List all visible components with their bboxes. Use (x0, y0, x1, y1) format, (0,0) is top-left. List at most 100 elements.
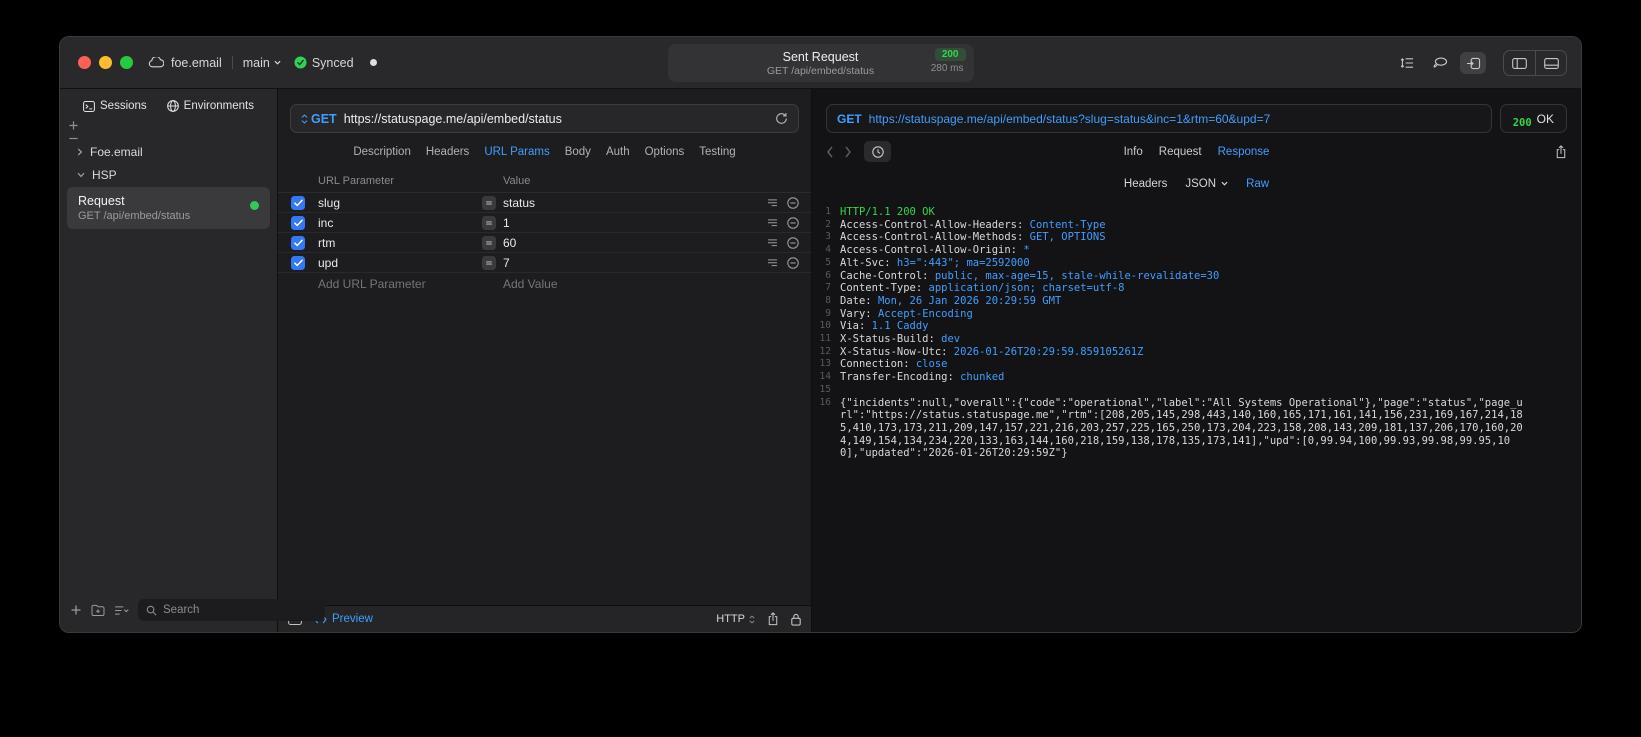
remove-item-button[interactable] (68, 136, 79, 141)
add-param-placeholder[interactable]: Add URL Parameter (318, 277, 482, 291)
request-duration: 280 ms (930, 63, 964, 74)
url-field[interactable]: GET https://statuspage.me/api/embed/stat… (290, 104, 799, 133)
toggle-left-panel-button[interactable] (1504, 51, 1535, 75)
equals-icon (482, 235, 496, 250)
response-header: GET https://statuspage.me/api/embed/stat… (812, 89, 1581, 133)
history-button[interactable] (864, 141, 891, 162)
line-text: Access-Control-Allow-Headers: Content-Ty… (840, 218, 1106, 231)
method-selector[interactable]: GET (301, 112, 337, 126)
export-response-button[interactable] (1555, 144, 1567, 159)
line-number: 4 (825, 244, 831, 256)
param-checkbox[interactable] (291, 235, 305, 250)
new-request-button[interactable] (70, 604, 82, 616)
share-icon (1555, 144, 1567, 159)
param-value[interactable]: 7 (503, 256, 510, 270)
view-tab-headers[interactable]: Headers (1124, 178, 1167, 190)
minimize-window-button[interactable] (99, 56, 112, 69)
param-value[interactable]: 60 (503, 236, 516, 250)
terminal-icon (83, 100, 95, 112)
request-item-title: Request (78, 194, 125, 208)
remove-param-button[interactable] (787, 256, 799, 269)
new-group-button[interactable] (91, 604, 105, 616)
param-name[interactable]: upd (318, 256, 482, 270)
lasso-button[interactable] (1427, 52, 1453, 74)
share-button[interactable] (767, 612, 779, 626)
line-text: Transfer-Encoding: chunked (840, 371, 1005, 384)
view-options-icon (114, 605, 129, 616)
remove-param-button[interactable] (787, 196, 799, 209)
param-value[interactable]: status (503, 196, 535, 210)
tree-item-hsp[interactable]: HSP (60, 163, 277, 186)
editor-tab-testing[interactable]: Testing (699, 146, 735, 158)
remove-param-button[interactable] (787, 236, 799, 249)
reorder-lines-icon[interactable] (767, 258, 778, 267)
response-panel: GET https://statuspage.me/api/embed/stat… (812, 89, 1581, 632)
equals-icon (482, 255, 496, 270)
param-value[interactable]: 1 (503, 216, 510, 230)
view-options-button[interactable] (114, 605, 129, 616)
code-line: 3 Access-Control-Allow-Methods: GET, OPTI… (812, 231, 1581, 244)
editor-tab-headers[interactable]: Headers (426, 146, 469, 158)
url-bar: GET https://statuspage.me/api/embed/stat… (278, 89, 811, 133)
close-window-button[interactable] (78, 56, 91, 69)
zoom-window-button[interactable] (120, 56, 133, 69)
param-name[interactable]: rtm (318, 236, 482, 250)
editor-tab-url-params[interactable]: URL Params (484, 146, 549, 158)
param-row: upd 7 (278, 253, 811, 273)
reorder-lines-icon[interactable] (767, 218, 778, 227)
add-param-row[interactable]: Add URL Parameter Add Value (278, 273, 811, 294)
request-url[interactable]: https://statuspage.me/api/embed/status (344, 112, 768, 126)
view-tab-json[interactable]: JSON (1185, 178, 1228, 190)
param-name[interactable]: inc (318, 216, 482, 230)
response-tab-info[interactable]: Info (1124, 146, 1143, 158)
history-nav (826, 146, 852, 158)
import-window-button[interactable] (1460, 52, 1486, 74)
reorder-lines-icon[interactable] (767, 198, 778, 207)
param-checkbox[interactable] (291, 215, 305, 230)
editor-tab-options[interactable]: Options (645, 146, 685, 158)
lock-button[interactable] (791, 613, 801, 626)
protocol-selector[interactable]: HTTP (716, 613, 755, 625)
view-tab-raw[interactable]: Raw (1246, 178, 1269, 190)
compare-button[interactable] (1394, 52, 1420, 74)
resend-button[interactable] (775, 112, 788, 125)
branch-selector[interactable]: main (243, 56, 281, 70)
code-line: 1 HTTP/1.1 200 OK (812, 206, 1581, 219)
response-tabs: Info Request Response (1124, 146, 1270, 158)
remove-param-button[interactable] (787, 216, 799, 229)
sidebar-search[interactable] (138, 599, 325, 621)
panel-left-icon (1512, 57, 1527, 69)
add-value-placeholder[interactable]: Add Value (482, 277, 811, 291)
preview-label: Preview (332, 613, 373, 625)
code-line: 13 Connection: close (812, 358, 1581, 371)
code-line: 16 {"incidents":null,"overall":{"code":"o… (812, 397, 1581, 461)
reorder-lines-icon[interactable] (767, 238, 778, 247)
unsaved-status-dot (369, 59, 377, 66)
response-tab-response[interactable]: Response (1218, 146, 1270, 158)
sync-status-label: Synced (311, 55, 354, 70)
lasso-icon (1432, 57, 1448, 70)
param-name[interactable]: slug (318, 196, 482, 210)
editor-tab-body[interactable]: Body (565, 146, 591, 158)
request-list-item[interactable]: Request GET /api/embed/status (67, 187, 270, 229)
tree-item-label: HSP (92, 167, 117, 182)
sent-request-title: Sent Request (782, 49, 859, 64)
search-input[interactable] (163, 604, 317, 616)
toggle-bottom-panel-button[interactable] (1535, 51, 1566, 75)
forward-button[interactable] (844, 146, 852, 158)
response-code[interactable]: 1 HTTP/1.1 200 OK 2 Access-Control-Allow-He… (812, 197, 1581, 632)
response-tab-request[interactable]: Request (1159, 146, 1202, 158)
editor-tab-auth[interactable]: Auth (606, 146, 630, 158)
editor-tab-description[interactable]: Description (353, 146, 411, 158)
response-request-line[interactable]: GET https://statuspage.me/api/embed/stat… (826, 104, 1492, 133)
request-status-pill[interactable]: Sent Request GET /api/embed/status 200 2… (667, 44, 974, 82)
param-checkbox[interactable] (291, 255, 305, 270)
sidebar-tab-sessions[interactable]: Sessions (83, 100, 147, 112)
back-button[interactable] (826, 146, 834, 158)
param-checkbox[interactable] (291, 195, 305, 210)
sidebar-tab-environments[interactable]: Environments (166, 100, 254, 112)
add-item-button[interactable] (68, 120, 79, 131)
tree-item-foe-email[interactable]: Foe.email (60, 140, 277, 163)
param-column-header: URL Parameter (318, 175, 395, 187)
editor-tabs: Description Headers URL Params Body Auth Opti… (278, 133, 811, 170)
